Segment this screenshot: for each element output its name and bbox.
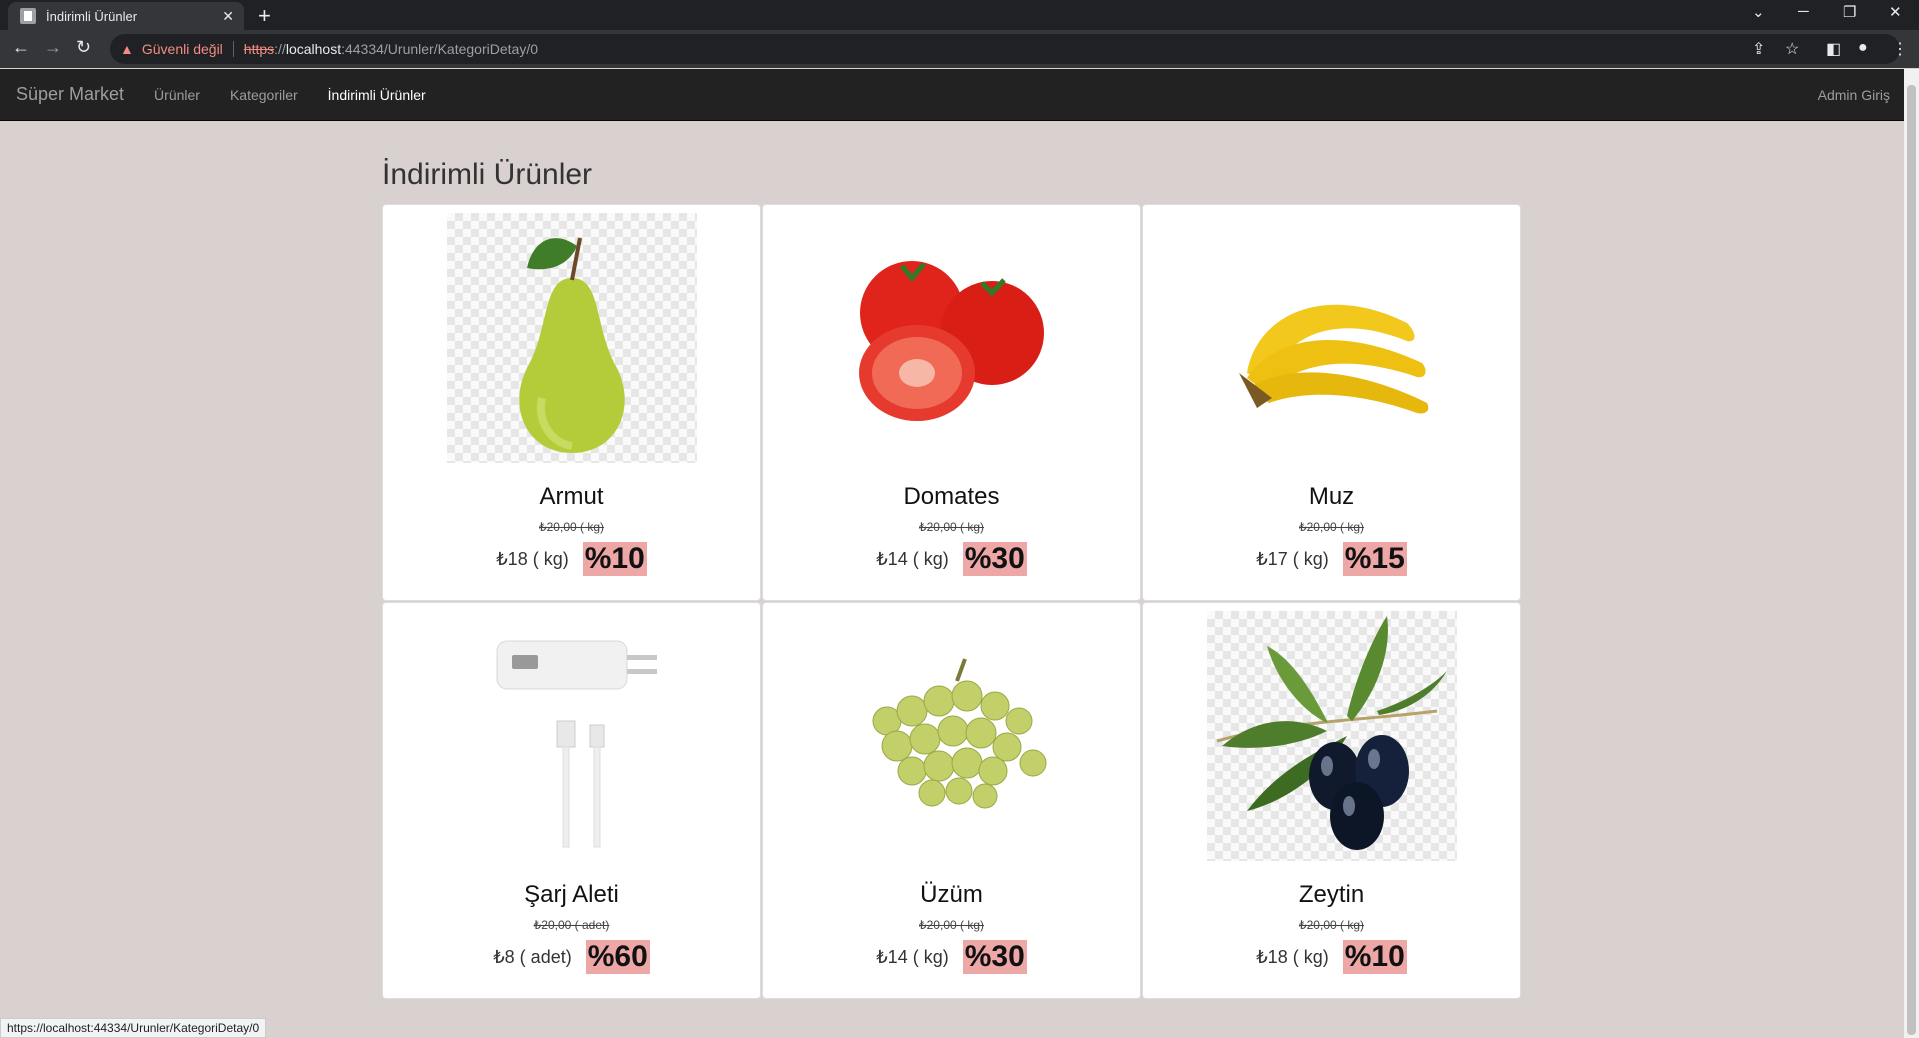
old-price: ₺20,00 ( kg) [539,520,604,534]
tab-close-icon[interactable]: ✕ [222,8,234,25]
product-name[interactable]: Zeytin [1299,881,1364,909]
banana-icon[interactable] [1207,213,1457,463]
product-card[interactable]: Şarj Aleti ₺20,00 ( adet) ₺8 ( adet) %60 [382,602,761,999]
old-price: ₺20,00 ( adet) [533,918,610,932]
browser-tab[interactable]: İndirimli Ürünler ✕ [8,2,244,30]
share-icon[interactable]: ⇪ [1752,39,1765,59]
old-price: ₺20,00 ( kg) [1299,918,1364,932]
page-favicon-icon [20,8,36,24]
status-url: https://localhost:44334/Urunler/Kategori… [0,1018,267,1038]
side-panel-icon[interactable]: ◧ [1826,39,1841,59]
new-price: ₺14 ( kg) [876,946,949,967]
product-card[interactable]: Zeytin ₺20,00 ( kg) ₺18 ( kg) %10 [1142,602,1521,999]
nav-link-kategoriler[interactable]: Kategoriler [230,87,298,103]
new-price: ₺18 ( kg) [1256,946,1329,967]
admin-login-link[interactable]: Admin Giriş [1818,87,1890,103]
product-grid: Armut ₺20,00 ( kg) ₺18 ( kg) %10 Domates… [382,204,1522,999]
new-price: ₺18 ( kg) [496,548,569,569]
olive-icon[interactable] [1206,611,1457,861]
charger-icon[interactable] [447,611,697,861]
url-scheme-separator: :// [274,41,286,57]
window-close-icon[interactable]: ✕ [1889,3,1902,21]
page-scrollbar[interactable] [1904,69,1919,1038]
address-bar[interactable]: ▲ Güvenli değil https://localhost:44334/… [110,34,1900,64]
discount-badge: %30 [962,542,1027,576]
menu-icon[interactable]: ⋮ [1892,39,1908,59]
new-tab-icon[interactable]: + [258,3,271,29]
browser-toolbar: ← → ↻ ▲ Güvenli değil https://localhost:… [0,30,1919,68]
pear-icon[interactable] [446,213,697,463]
tab-search-icon[interactable]: ⌄ [1752,3,1765,21]
restore-icon[interactable]: ❐ [1843,3,1856,21]
page-title: İndirimli Ürünler [382,158,593,191]
discount-badge: %30 [962,940,1027,974]
product-name[interactable]: Armut [539,483,603,511]
discount-badge: %60 [585,940,650,974]
new-price: ₺17 ( kg) [1256,548,1329,569]
discount-badge: %10 [582,542,647,576]
nav-link-indirimli-urunler[interactable]: İndirimli Ürünler [328,87,426,103]
security-label[interactable]: Güvenli değil [142,41,223,57]
brand-link[interactable]: Süper Market [16,84,124,105]
nav-link-urunler[interactable]: Ürünler [154,87,200,103]
forward-icon[interactable]: → [44,37,62,58]
old-price: ₺20,00 ( kg) [919,918,984,932]
warning-icon: ▲ [120,41,134,57]
browser-tabbar: İndirimli Ürünler ✕ + ⌄ ─ ❐ ✕ [0,0,1919,30]
url-scheme: https [243,41,275,57]
discount-badge: %10 [1342,940,1407,974]
old-price: ₺20,00 ( kg) [919,520,984,534]
tab-title: İndirimli Ürünler [46,8,138,24]
discount-badge: %15 [1342,542,1407,576]
url-path: :44334/Urunler/KategoriDetay/0 [341,41,538,57]
reload-icon[interactable]: ↻ [76,37,91,58]
old-price: ₺20,00 ( kg) [1299,520,1364,534]
product-name[interactable]: Domates [903,483,999,511]
product-name[interactable]: Muz [1309,483,1354,511]
product-card[interactable]: Muz ₺20,00 ( kg) ₺17 ( kg) %15 [1142,204,1521,601]
profile-icon[interactable]: ● [1858,39,1868,57]
product-card[interactable]: Üzüm ₺20,00 ( kg) ₺14 ( kg) %30 [762,602,1141,999]
product-card[interactable]: Domates ₺20,00 ( kg) ₺14 ( kg) %30 [762,204,1141,601]
back-icon[interactable]: ← [12,37,30,58]
grapes-icon[interactable] [827,611,1077,861]
scrollbar-thumb[interactable] [1907,85,1916,1035]
new-price: ₺8 ( adet) [493,946,572,967]
minimize-icon[interactable]: ─ [1798,3,1809,20]
product-name[interactable]: Şarj Aleti [524,881,619,909]
product-card[interactable]: Armut ₺20,00 ( kg) ₺18 ( kg) %10 [382,204,761,601]
product-name[interactable]: Üzüm [920,881,983,909]
bookmark-star-icon[interactable]: ☆ [1785,39,1799,59]
url-host: localhost [285,41,342,57]
site-navbar: Süper Market Ürünler Kategoriler İndirim… [0,69,1904,121]
omnibox-divider [232,41,234,57]
tomato-icon[interactable] [827,213,1077,463]
new-price: ₺14 ( kg) [876,548,949,569]
